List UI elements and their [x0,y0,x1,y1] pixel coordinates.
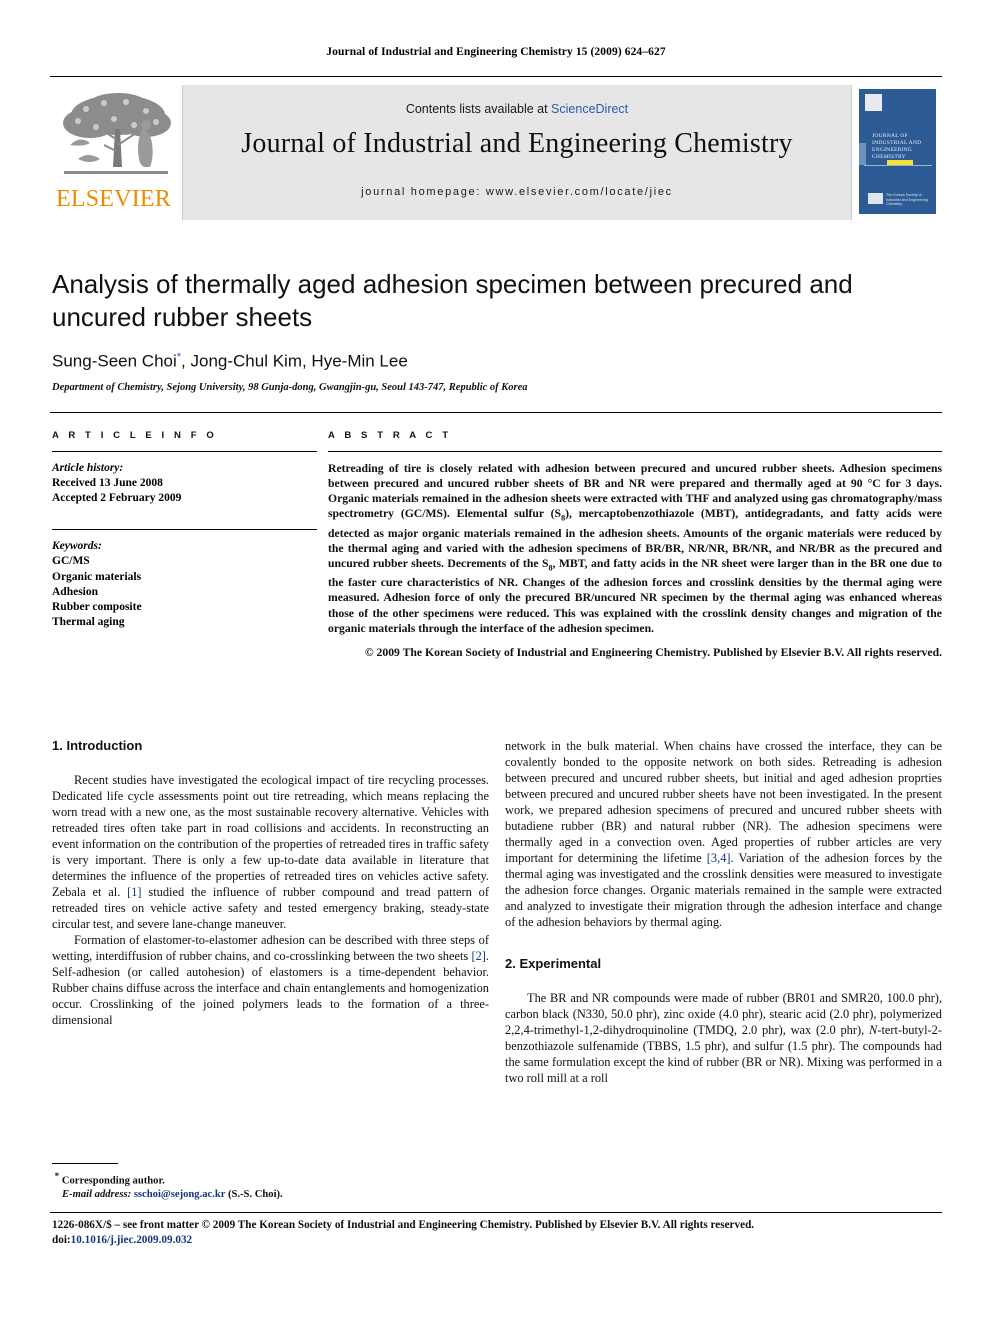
keyword-item: Organic materials [52,570,142,583]
footnote-divider [52,1163,118,1164]
article-info-column: A R T I C L E I N F O Article history: R… [52,430,317,630]
abstract-copyright: © 2009 The Korean Society of Industrial … [364,645,942,659]
intro-p1-text-a: Recent studies have investigated the eco… [52,773,489,899]
affiliation: Department of Chemistry, Sejong Universi… [52,381,528,393]
intro-paragraph-1: Recent studies have investigated the eco… [52,772,489,932]
keyword-item: Adhesion [52,585,99,598]
running-head: Journal of Industrial and Engineering Ch… [326,46,666,58]
intro-p3-text-a: network in the bulk material. When chain… [505,739,942,865]
keywords-label: Keywords: [52,540,102,553]
email-link[interactable]: sschoi@sejong.ac.kr [134,1189,225,1200]
cover-elsevier-icon [865,94,882,111]
title-block: Analysis of thermally aged adhesion spec… [52,268,942,393]
footer-block: 1226-086X/$ – see front matter © 2009 Th… [52,1218,944,1248]
journal-cover-box: JOURNAL OF INDUSTRIAL AND ENGINEERING CH… [851,85,942,220]
elsevier-logo-box: ELSEVIER [50,85,183,220]
citation-ref-2[interactable]: [2] [471,949,485,963]
cover-left-band [859,143,866,165]
email-owner: (S.-S. Choi). [227,1189,283,1201]
abstract-rule [328,451,942,452]
corresponding-author-text: Corresponding author. [61,1175,165,1187]
paper-page: Journal of Industrial and Engineering Ch… [0,0,992,1323]
info-abstract-divider [50,412,942,413]
contents-prefix: Contents lists available at [405,102,552,116]
author-list: Sung-Seen Choi*, Jong-Chul Kim, Hye-Min … [52,351,942,372]
body-column-left: 1. Introduction Recent studies have inve… [52,738,489,1028]
journal-masthead: ELSEVIER Contents lists available at Sci… [50,85,942,220]
intro-p2-text-a: Formation of elastomer-to-elastomer adhe… [52,933,489,963]
author-first: Sung-Seen Choi [52,351,177,371]
accepted-date: Accepted 2 February 2009 [52,492,182,505]
footnote-star: * [54,1171,60,1181]
article-info-heading: A R T I C L E I N F O [52,430,218,441]
citation-ref-3-4[interactable]: [3,4] [707,851,731,865]
body-column-right: network in the bulk material. When chain… [505,738,942,1086]
citation-ref-1[interactable]: [1] [127,885,141,899]
section-heading-experimental: 2. Experimental [505,956,602,971]
header-divider [50,76,942,77]
intro-paragraph-3: network in the bulk material. When chain… [505,738,942,930]
keywords-rule [52,529,317,531]
cover-society-icon [868,193,883,204]
issn-line: 1226-086X/$ – see front matter © 2009 Th… [52,1219,755,1231]
cover-horizontal-rule [864,165,932,166]
sciencedirect-link[interactable]: ScienceDirect [551,102,628,116]
author-rest: , Jong-Chul Kim, Hye-Min Lee [181,351,408,371]
doi-label: doi: [52,1234,71,1246]
article-history-label: Article history: [52,462,124,474]
keyword-item: Thermal aging [52,616,125,629]
doi-link[interactable]: 10.1016/j.jiec.2009.09.032 [71,1234,193,1246]
contents-available-line: Contents lists available at ScienceDirec… [183,102,851,116]
doi-line: doi:10.1016/j.jiec.2009.09.032 [52,1233,944,1248]
elsevier-tree-icon [56,89,176,183]
abstract-column: A B S T R A C T Retreading of tire is cl… [328,430,942,660]
article-info-rule [52,451,317,452]
received-date: Received 13 June 2008 [52,477,163,489]
experimental-paragraph-1: The BR and NR compounds were made of rub… [505,990,942,1086]
elsevier-wordmark: ELSEVIER [56,186,171,212]
journal-cover-thumbnail: JOURNAL OF INDUSTRIAL AND ENGINEERING CH… [859,89,936,214]
footnote-block: * Corresponding author. E-mail address: … [52,1170,489,1202]
cover-society-text: The Korean Society of Industrial and Eng… [886,193,928,207]
journal-banner: Contents lists available at ScienceDirec… [183,85,851,220]
keyword-item: GC/MS [52,555,90,568]
intro-paragraph-2: Formation of elastomer-to-elastomer adhe… [52,932,489,1028]
keyword-item: Rubber composite [52,601,142,614]
corresponding-author-note: * Corresponding author. [52,1170,489,1188]
cover-title-text: JOURNAL OF INDUSTRIAL AND ENGINEERING CH… [872,133,922,160]
section-heading-introduction: 1. Introduction [52,738,143,753]
email-note: E-mail address: sschoi@sejong.ac.kr (S.-… [52,1188,489,1202]
journal-title: Journal of Industrial and Engineering Ch… [241,128,793,159]
abstract-body: Retreading of tire is closely related wi… [328,461,942,636]
email-label: E-mail address: [62,1189,132,1201]
article-title: Analysis of thermally aged adhesion spec… [52,269,853,332]
footer-divider [50,1212,942,1213]
abstract-heading: A B S T R A C T [328,430,452,441]
journal-homepage-link[interactable]: journal homepage: www.elsevier.com/locat… [183,186,851,198]
